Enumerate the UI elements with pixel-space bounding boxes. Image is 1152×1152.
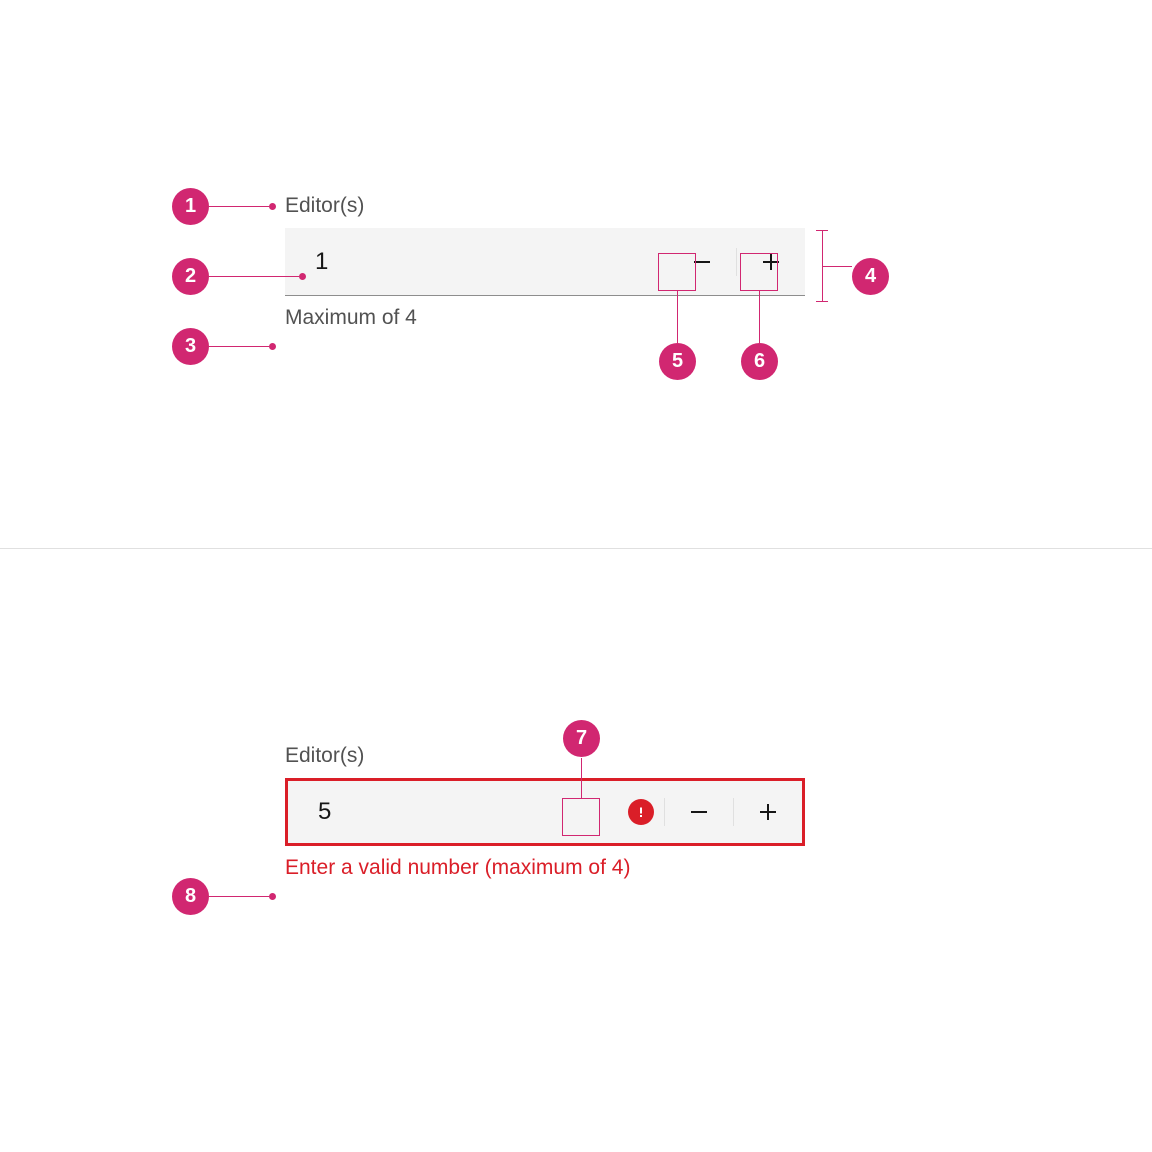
annotation-wire bbox=[677, 291, 678, 343]
annotation-badge-7: 7 bbox=[563, 720, 600, 757]
minus-icon bbox=[694, 261, 710, 263]
annotation-badge-3: 3 bbox=[172, 328, 209, 365]
annotation-dot bbox=[269, 203, 276, 210]
annotation-wire bbox=[581, 758, 582, 798]
error-icon-wrap bbox=[618, 799, 664, 825]
minus-icon bbox=[691, 811, 707, 813]
annotation-wire bbox=[209, 206, 269, 207]
number-input-error: Editor(s) 5 Enter a valid number (maximu… bbox=[285, 744, 805, 880]
annotation-badge-1: 1 bbox=[172, 188, 209, 225]
annotation-tick bbox=[816, 301, 828, 302]
number-input-label: Editor(s) bbox=[285, 744, 805, 768]
annotation-badge-4: 4 bbox=[852, 258, 889, 295]
annotation-dot bbox=[269, 343, 276, 350]
annotation-highlight bbox=[562, 798, 600, 836]
annotation-wire bbox=[209, 276, 299, 277]
decrement-button[interactable] bbox=[665, 781, 733, 843]
annotation-wire bbox=[209, 896, 269, 897]
annotation-badge-8: 8 bbox=[172, 878, 209, 915]
section-divider bbox=[0, 548, 1152, 549]
annotation-highlight bbox=[740, 253, 778, 291]
annotation-dot bbox=[299, 273, 306, 280]
annotation-highlight bbox=[658, 253, 696, 291]
number-input-default: Editor(s) 1 Maximum of 4 bbox=[285, 194, 805, 330]
annotation-badge-5: 5 bbox=[659, 343, 696, 380]
annotation-badge-6: 6 bbox=[741, 343, 778, 380]
annotation-badge-2: 2 bbox=[172, 258, 209, 295]
annotation-wire bbox=[822, 266, 852, 267]
number-input-field: 5 bbox=[285, 778, 805, 846]
number-input-field: 1 bbox=[285, 228, 805, 296]
number-input-helper: Maximum of 4 bbox=[285, 306, 805, 330]
annotation-dot bbox=[269, 893, 276, 900]
number-input-value[interactable]: 1 bbox=[315, 248, 668, 276]
plus-icon bbox=[760, 804, 776, 820]
annotation-wire bbox=[209, 346, 269, 347]
increment-button[interactable] bbox=[734, 781, 802, 843]
annotation-tick bbox=[816, 230, 828, 231]
warning-filled-icon bbox=[628, 799, 654, 825]
number-input-label: Editor(s) bbox=[285, 194, 805, 218]
number-input-error-message: Enter a valid number (maximum of 4) bbox=[285, 856, 805, 880]
annotation-wire bbox=[759, 291, 760, 343]
